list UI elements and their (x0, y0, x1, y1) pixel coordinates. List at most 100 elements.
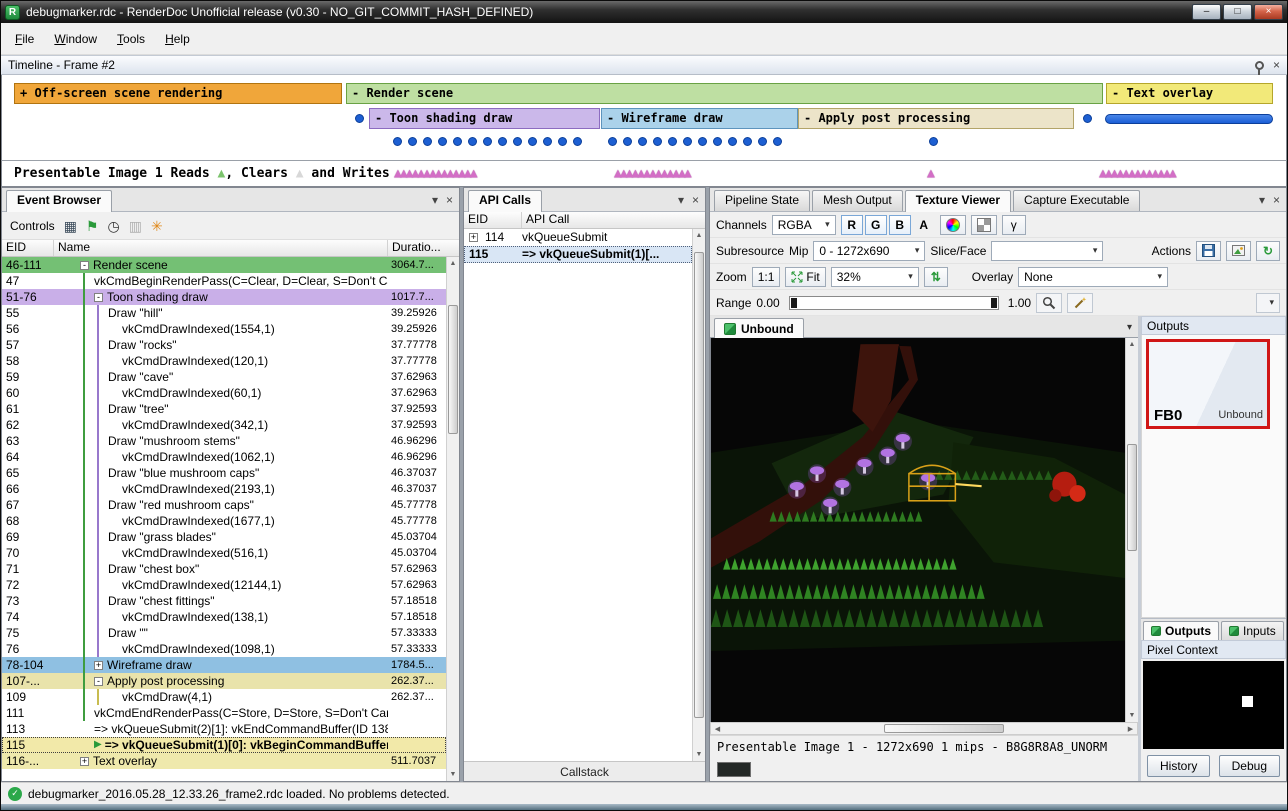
goto-resource-button[interactable]: ↻ (1256, 241, 1280, 261)
timeline-bar[interactable]: - Render scene (346, 83, 1103, 104)
expand-icon[interactable]: + (469, 233, 478, 242)
scroll-arrow-icon[interactable]: ▶ (1124, 723, 1137, 734)
event-row[interactable]: 111vkCmdEndRenderPass(C=Store, D=Store, … (2, 705, 446, 721)
stats-icon[interactable]: ▥ (129, 219, 142, 233)
event-table-header[interactable]: EID Name Duratio... (2, 240, 459, 257)
draw-event-dot[interactable] (758, 137, 767, 146)
event-row[interactable]: 56vkCmdDrawIndexed(1554,1)39.25926 (2, 321, 446, 337)
event-row[interactable]: 67Draw "red mushroom caps"45.77778 (2, 497, 446, 513)
event-row[interactable]: 68vkCmdDrawIndexed(1677,1)45.77778 (2, 513, 446, 529)
channel-g-toggle[interactable]: G (865, 215, 887, 235)
column-eid[interactable]: EID (2, 240, 54, 256)
open-external-button[interactable] (1226, 241, 1251, 261)
zoom-1to1-button[interactable]: 1:1 (752, 267, 781, 287)
collapse-icon[interactable]: - (94, 293, 103, 302)
collapse-icon[interactable]: - (94, 677, 103, 686)
api-call-row[interactable]: 115=> vkQueueSubmit(1)[... (464, 246, 692, 263)
draw-event-dot[interactable] (453, 137, 462, 146)
slice-face-combo[interactable]: ▾ (991, 241, 1103, 261)
draw-event-dot[interactable] (773, 137, 782, 146)
draw-event-dot[interactable] (668, 137, 677, 146)
draw-event-dot[interactable] (743, 137, 752, 146)
event-row[interactable]: 46-111-Render scene3064.7... (2, 257, 446, 273)
channel-b-toggle[interactable]: B (889, 215, 911, 235)
event-row[interactable]: 66vkCmdDrawIndexed(2193,1)46.37037 (2, 481, 446, 497)
draw-event-dot[interactable] (573, 137, 582, 146)
tab-mesh-output[interactable]: Mesh Output (812, 190, 903, 211)
event-row[interactable]: 55Draw "hill"39.25926 (2, 305, 446, 321)
event-row[interactable]: 109vkCmdDraw(4,1)262.37... (2, 689, 446, 705)
zoom-fit-button[interactable]: Fit (785, 267, 825, 287)
column-api-call[interactable]: API Call (522, 212, 705, 228)
zoom-combo[interactable]: 32% ▾ (831, 267, 919, 287)
scroll-thumb[interactable] (448, 305, 458, 434)
time-durations-icon[interactable]: ◷ (107, 219, 119, 233)
draw-event-dot[interactable] (543, 137, 552, 146)
panel-menu-icon[interactable]: ▾ (432, 193, 438, 207)
title-bar[interactable]: R debugmarker.rdc - RenderDoc Unofficial… (1, 1, 1287, 23)
column-eid[interactable]: EID (464, 212, 522, 228)
scroll-track[interactable] (1126, 351, 1138, 709)
draw-event-dot[interactable] (728, 137, 737, 146)
scroll-arrow-icon[interactable]: ▼ (447, 768, 459, 781)
range-min-handle[interactable] (791, 298, 797, 308)
texture-vscrollbar[interactable]: ▲▼ (1125, 338, 1138, 722)
event-row[interactable]: 51-76-Toon shading draw1017.7... (2, 289, 446, 305)
event-row[interactable]: 71Draw "chest box"57.62963 (2, 561, 446, 577)
channel-a-toggle[interactable]: A (913, 215, 935, 235)
tab-texture-viewer[interactable]: Texture Viewer (905, 190, 1011, 212)
callstack-section[interactable]: Callstack (464, 761, 705, 781)
timeline-close-icon[interactable]: × (1273, 58, 1280, 72)
event-row[interactable]: 62vkCmdDrawIndexed(342,1)37.92593 (2, 417, 446, 433)
panel-close-icon[interactable]: × (692, 193, 699, 207)
event-row[interactable]: 65Draw "blue mushroom caps"46.37037 (2, 465, 446, 481)
texture-tab-unbound[interactable]: Unbound (714, 318, 804, 338)
scroll-track[interactable] (693, 242, 705, 748)
draw-event-dot[interactable] (929, 137, 938, 146)
draw-event-dot[interactable] (483, 137, 492, 146)
debug-button[interactable]: Debug (1219, 755, 1280, 777)
output-fb0-thumbnail[interactable]: FB0 Unbound (1146, 339, 1270, 429)
draw-event-dot[interactable] (623, 137, 632, 146)
scroll-arrow-icon[interactable]: ◀ (711, 723, 724, 734)
event-row[interactable]: 113=> vkQueueSubmit(2)[1]: vkEndCommandB… (2, 721, 446, 737)
event-row[interactable]: 63Draw "mushroom stems"46.96296 (2, 433, 446, 449)
event-scrollbar[interactable]: ▲▼ (446, 257, 459, 781)
draw-event-dot[interactable] (393, 137, 402, 146)
draw-event-dot[interactable] (653, 137, 662, 146)
save-texture-button[interactable] (1196, 241, 1221, 261)
draw-event-dot[interactable] (528, 137, 537, 146)
settings-star-icon[interactable]: ✳ (151, 219, 163, 233)
tab-api-calls[interactable]: API Calls (468, 190, 542, 212)
texture-display[interactable]: ▲▼ (710, 338, 1138, 722)
draw-event-dot[interactable] (608, 137, 617, 146)
event-row[interactable]: 116-...+Text overlay511.7037 (2, 753, 446, 769)
scroll-thumb[interactable] (884, 724, 1004, 733)
scroll-arrow-icon[interactable]: ▼ (1126, 709, 1138, 722)
mip-combo[interactable]: 0 - 1272x690 ▾ (813, 241, 925, 261)
draw-event-dot[interactable] (355, 114, 364, 123)
scroll-arrow-icon[interactable]: ▲ (447, 257, 459, 270)
event-row[interactable]: 58vkCmdDrawIndexed(120,1)37.77778 (2, 353, 446, 369)
filter-grid-icon[interactable]: ▦ (64, 219, 77, 233)
timeline-body[interactable]: + Off-screen scene rendering- Render sce… (1, 75, 1287, 160)
timeline-bar[interactable]: - Wireframe draw (601, 108, 798, 129)
event-row[interactable]: 78-104+Wireframe draw1784.5... (2, 657, 446, 673)
draw-event-dot[interactable] (513, 137, 522, 146)
draw-event-dot[interactable] (498, 137, 507, 146)
range-max-handle[interactable] (991, 298, 997, 308)
gamma-button[interactable]: γ (1002, 215, 1026, 235)
tab-inputs[interactable]: Inputs (1221, 621, 1284, 640)
scroll-arrow-icon[interactable]: ▼ (693, 748, 705, 761)
draw-event-dot[interactable] (438, 137, 447, 146)
timeline-bar[interactable]: + Off-screen scene rendering (14, 83, 342, 104)
api-table-header[interactable]: EID API Call (464, 212, 705, 229)
event-row[interactable]: 59Draw "cave"37.62963 (2, 369, 446, 385)
scroll-arrow-icon[interactable]: ▲ (1126, 338, 1138, 351)
draw-event-dot[interactable] (408, 137, 417, 146)
overlay-combo[interactable]: None ▾ (1018, 267, 1168, 287)
scroll-thumb[interactable] (1127, 444, 1137, 551)
texture-tab-list-chevron[interactable]: ▾ (1127, 322, 1132, 333)
panel-menu-icon[interactable]: ▾ (1259, 193, 1265, 207)
timeline-titlebar[interactable]: Timeline - Frame #2 × (1, 55, 1287, 75)
